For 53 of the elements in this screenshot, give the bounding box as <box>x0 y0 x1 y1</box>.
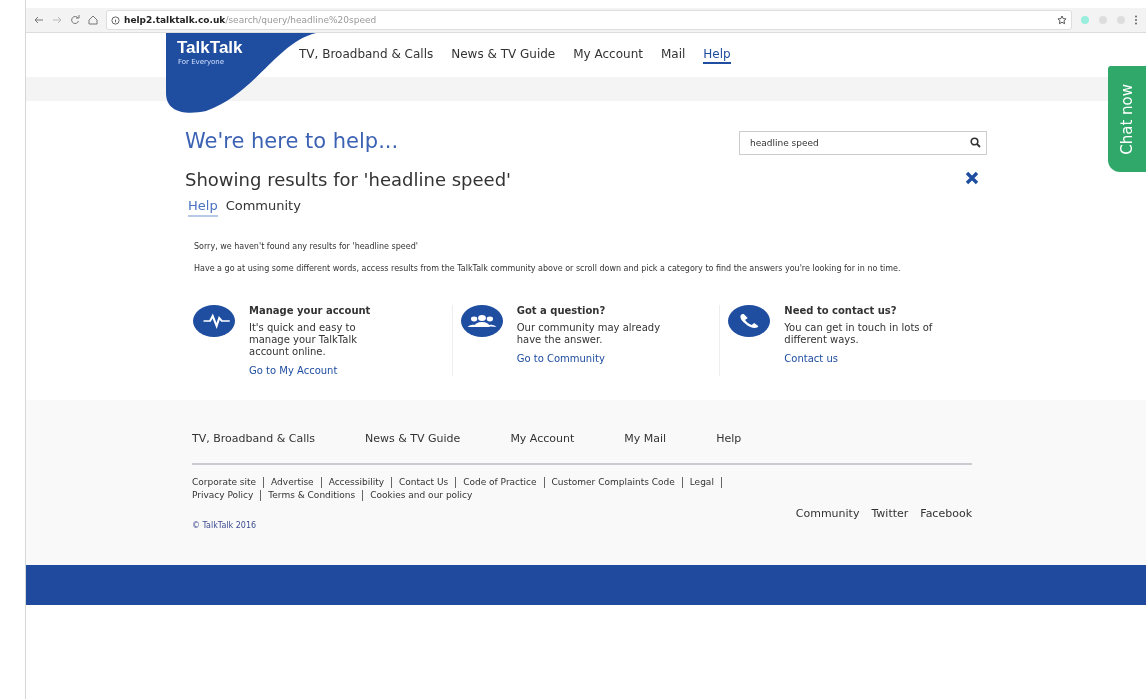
phone-icon <box>728 305 771 337</box>
nav-link[interactable]: TV, Broadband & Calls <box>299 46 434 64</box>
card-text: It's quick and easy to manage your TalkTalk account online. <box>249 322 358 358</box>
social-link[interactable]: Community <box>795 507 860 530</box>
address-bar[interactable]: help2.talktalk.co.uk/search/query/headline%20speed <box>106 10 1072 30</box>
info-icon <box>111 15 120 25</box>
results-heading: Showing results for 'headline speed' <box>185 169 512 190</box>
no-results-message: Sorry, we haven't found any results for 'headline speed' <box>194 241 419 253</box>
reload-icon[interactable] <box>70 15 80 25</box>
menu-icon[interactable] <box>1134 15 1138 25</box>
results-tab[interactable]: Help <box>188 198 218 217</box>
footer-link[interactable]: TV, Broadband & Calls <box>192 432 316 445</box>
legal-link[interactable]: Code of Practice <box>456 477 545 488</box>
card-link[interactable]: Go to Community <box>516 353 667 364</box>
legal-link[interactable]: Legal <box>682 477 722 488</box>
social-link[interactable]: Twitter <box>871 507 909 530</box>
footer-link[interactable]: Help <box>716 432 742 445</box>
search-icon[interactable] <box>970 137 981 148</box>
nav-link[interactable]: News & TV Guide <box>451 46 556 64</box>
footer-link[interactable]: My Mail <box>624 432 667 445</box>
legal-link[interactable]: Corporate site <box>192 477 265 488</box>
advice-text: Have a go at using some different words, access results from the TalkTalk community above or scroll down and pick a category to find the answers you're looking for in no time. <box>194 263 902 275</box>
legal-link[interactable]: Contact Us <box>392 477 457 488</box>
nav-link[interactable]: Mail <box>660 46 686 64</box>
card-text: You can get in touch in lots of different ways. <box>784 322 934 346</box>
copyright: © TalkTalk 2016 <box>192 521 257 530</box>
legal-link[interactable]: Cookies and our policy <box>363 490 480 501</box>
people-icon <box>460 305 503 337</box>
legal-link[interactable]: Privacy Policy <box>192 490 262 501</box>
page-title: We're here to help... <box>185 129 399 153</box>
close-icon[interactable] <box>965 170 979 185</box>
back-icon[interactable] <box>34 15 44 25</box>
social-link[interactable]: Facebook <box>920 507 972 530</box>
card-text: Our community may already have the answer. <box>516 322 662 346</box>
card-title: Manage your account <box>249 305 372 316</box>
card-title: Got a question? <box>516 305 607 316</box>
legal-link[interactable]: Accessibility <box>321 477 393 488</box>
star-icon[interactable] <box>1057 15 1067 25</box>
nav-link[interactable]: My Account <box>573 46 643 64</box>
card-title: Need to contact us? <box>784 305 898 316</box>
card-link[interactable]: Go to My Account <box>249 365 399 376</box>
nav-link[interactable]: Help <box>703 46 731 64</box>
logo-name: TalkTalk <box>177 38 243 58</box>
pulse-icon <box>193 305 235 337</box>
legal-link[interactable]: Customer Complaints Code <box>544 477 683 488</box>
legal-link[interactable]: Advertise <box>264 477 322 488</box>
results-tab[interactable]: Community <box>225 198 301 217</box>
search-field[interactable]: headline speed <box>739 131 987 155</box>
legal-link[interactable]: Terms & Conditions <box>261 490 364 501</box>
home-icon[interactable] <box>88 15 98 25</box>
card-link[interactable]: Contact us <box>784 353 935 364</box>
footer-link[interactable]: My Account <box>510 432 575 445</box>
footer-link[interactable]: News & TV Guide <box>365 432 461 445</box>
